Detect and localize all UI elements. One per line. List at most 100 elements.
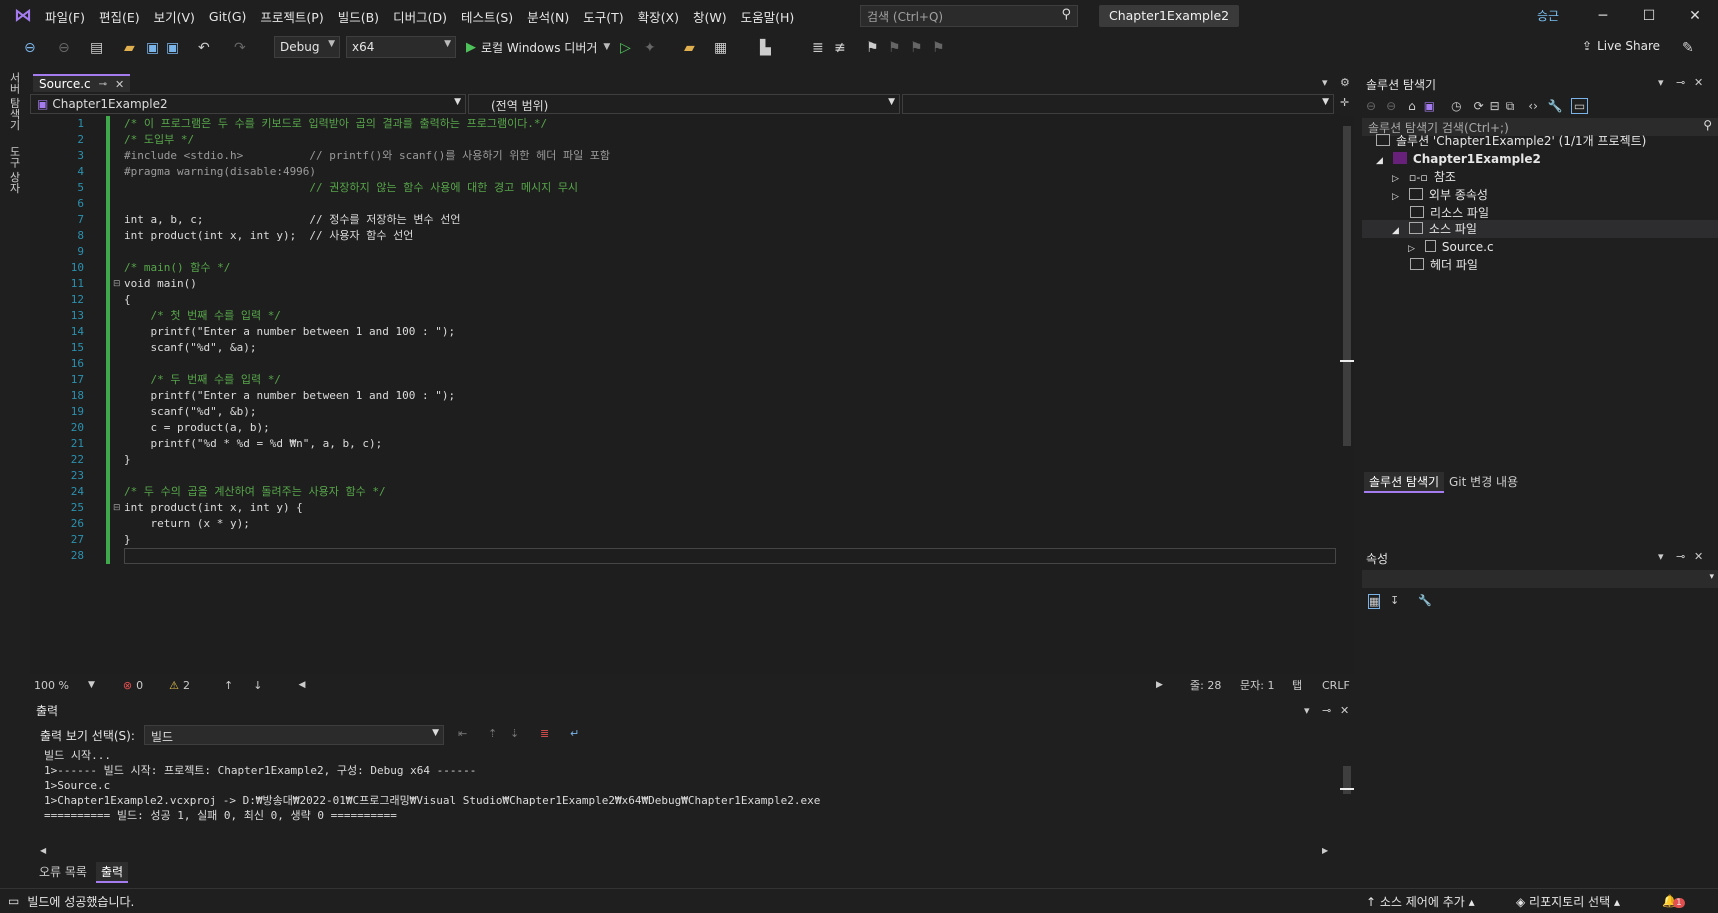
menu-git[interactable]: Git(G) (202, 9, 254, 24)
tab-source-c[interactable]: Source.c ⊸ ✕ (33, 74, 131, 92)
server-explorer-tab[interactable]: 서버 탐색기 (6, 72, 22, 131)
platform-dropdown[interactable]: x64 ▼ (346, 36, 456, 58)
indent-icon[interactable]: ≣ (812, 39, 824, 57)
new-item-icon[interactable]: ▤ (90, 39, 103, 57)
chevron-down-icon[interactable]: ▼ (88, 680, 95, 690)
source-control-button[interactable]: ↑ 소스 제어에 추가 ▴ (1366, 893, 1475, 910)
layout-icon[interactable]: ▦ (714, 39, 727, 57)
close-icon[interactable]: ✕ (1694, 76, 1703, 89)
project-nav-dropdown[interactable]: ▣ Chapter1Example2 ▼ (30, 94, 466, 114)
maximize-icon[interactable]: ☐ (1626, 0, 1672, 32)
menu-tools[interactable]: 도구(T) (576, 7, 630, 26)
tree-item-header-files[interactable]: 헤더 파일 (1410, 256, 1478, 275)
scroll-left-icon[interactable]: ◀ (40, 846, 46, 855)
menu-build[interactable]: 빌드(B) (331, 7, 386, 26)
tree-item-source-c[interactable]: ▷ Source.c (1408, 238, 1494, 257)
close-icon[interactable]: ✕ (1340, 704, 1349, 717)
menu-file[interactable]: 파일(F) (38, 7, 92, 26)
pin-icon[interactable]: ⊸ (1676, 550, 1685, 563)
search-input[interactable]: 검색 (Ctrl+Q) ⚲ (860, 5, 1078, 27)
close-icon[interactable]: ✕ (1672, 0, 1718, 32)
properties-object-dropdown[interactable]: ▾ (1362, 570, 1718, 588)
toolbox-tab[interactable]: 도구 상자 (6, 146, 22, 194)
start-without-debugging-icon[interactable]: ▷ (620, 39, 631, 57)
tab-output[interactable]: 출력 (96, 862, 129, 883)
collapse-icon[interactable]: ⊟ (113, 279, 121, 289)
output-text[interactable]: 빌드 시작... 1>------ 빌드 시작: 프로젝트: Chapter1Ex… (44, 748, 820, 823)
properties-wrench-icon[interactable]: 🔧 (1548, 99, 1563, 113)
collapse-icon[interactable]: ⊟ (113, 503, 121, 513)
pin-icon[interactable]: ⊸ (99, 79, 107, 90)
scope-nav-dropdown[interactable]: (전역 범위) ▼ (468, 94, 900, 114)
show-all-files-icon[interactable]: ⧉ (1506, 99, 1515, 114)
alphabetical-icon[interactable]: ↧ (1390, 594, 1399, 607)
find-message-icon[interactable]: ⇤ (458, 727, 467, 740)
pin-icon[interactable]: ⊸ (1676, 76, 1685, 89)
arrow-up-icon[interactable]: ↑ (224, 679, 233, 692)
vertical-scrollbar[interactable] (1340, 116, 1354, 674)
prev-message-icon[interactable]: ⇡ (488, 727, 497, 740)
tree-solution[interactable]: 솔루션 'Chapter1Example2' (1/1개 프로젝트) (1376, 132, 1646, 151)
line-indicator[interactable]: 줄: 28 (1190, 677, 1221, 693)
menu-project[interactable]: 프로젝트(P) (253, 7, 330, 26)
menu-debug[interactable]: 디버그(D) (386, 7, 454, 26)
word-wrap-icon[interactable]: ↵ (570, 727, 579, 740)
panel-options-icon[interactable]: ▾ (1658, 76, 1664, 89)
redo-icon[interactable]: ↷ (234, 39, 246, 57)
settings-icon[interactable]: ⚙ (1340, 76, 1350, 89)
back-icon[interactable]: ⊖ (1366, 99, 1376, 113)
pin-icon[interactable]: ⊸ (1322, 704, 1331, 717)
menu-window[interactable]: 창(W) (686, 7, 734, 26)
live-share-button[interactable]: ⇪ Live Share (1582, 39, 1660, 53)
clear-all-icon[interactable]: ≣ (540, 727, 549, 740)
pending-changes-icon[interactable]: ◷ (1451, 99, 1461, 113)
solution-folder-icon[interactable]: ▰ (684, 39, 695, 57)
menu-test[interactable]: 테스트(S) (454, 7, 520, 26)
tree-item-references[interactable]: ▷ ▫-▫ 참조 (1392, 168, 1456, 187)
tree-item-external-dependencies[interactable]: ▷ 외부 종속성 (1392, 186, 1488, 205)
menu-view[interactable]: 보기(V) (147, 7, 202, 26)
repository-button[interactable]: ◈ 리포지토리 선택 ▴ (1516, 893, 1620, 910)
step-icon[interactable]: ▙ (760, 39, 771, 57)
property-pages-icon[interactable]: 🔧 (1418, 594, 1432, 607)
preview-icon[interactable]: ▭ (1570, 98, 1589, 114)
outdent-icon[interactable]: ≢ (834, 39, 846, 57)
configuration-dropdown[interactable]: Debug ▼ (274, 36, 340, 58)
panel-options-icon[interactable]: ▾ (1658, 550, 1664, 563)
notifications-button[interactable]: 🔔1 (1662, 894, 1685, 908)
switch-views-icon[interactable]: ▣ (1424, 99, 1435, 113)
menu-analyze[interactable]: 분석(N) (520, 7, 576, 26)
bookmark-next-icon[interactable]: ⚑ (910, 39, 923, 57)
forward-icon[interactable]: ⊖ (58, 39, 70, 57)
zoom-level[interactable]: 100 % (34, 679, 88, 692)
tab-mode-indicator[interactable]: 탭 (1292, 677, 1302, 693)
scroll-right-icon[interactable]: ▶ (1156, 680, 1163, 690)
error-count[interactable]: 0 (136, 679, 143, 692)
minimize-icon[interactable]: ─ (1580, 0, 1626, 32)
save-all-icon[interactable]: ▣ (166, 39, 179, 57)
line-ending-indicator[interactable]: CRLF (1322, 679, 1350, 692)
scrollbar-thumb[interactable] (1343, 126, 1351, 446)
forward-icon[interactable]: ⊖ (1386, 99, 1396, 113)
next-message-icon[interactable]: ⇣ (510, 727, 519, 740)
scroll-right-icon[interactable]: ▶ (1322, 846, 1328, 855)
tab-solution-explorer[interactable]: 솔루션 탐색기 (1364, 472, 1445, 493)
output-scrollbar[interactable] (1340, 748, 1354, 844)
bookmark-icon[interactable]: ⚑ (866, 39, 879, 57)
tab-git-changes[interactable]: Git 변경 내용 (1444, 472, 1523, 491)
bookmark-clear-icon[interactable]: ⚑ (932, 39, 945, 57)
column-indicator[interactable]: 문자: 1 (1240, 677, 1274, 693)
tree-project[interactable]: ◢ Chapter1Example2 (1376, 150, 1541, 169)
code-view-icon[interactable]: ‹› (1528, 99, 1538, 113)
menu-extensions[interactable]: 확장(X) (631, 7, 686, 26)
start-debugging-button[interactable]: ▶ 로컬 Windows 디버거 ▼ (466, 37, 610, 57)
avatar[interactable]: 승근 (1536, 6, 1560, 26)
arrow-down-icon[interactable]: ↓ (253, 679, 262, 692)
close-icon[interactable]: ✕ (1694, 550, 1703, 563)
menu-help[interactable]: 도움말(H) (734, 7, 802, 26)
sync-icon[interactable]: ⟳ (1474, 99, 1484, 113)
panel-options-icon[interactable]: ▾ (1304, 704, 1310, 717)
split-editor-icon[interactable]: ✛ (1340, 96, 1349, 109)
menu-edit[interactable]: 편집(E) (92, 7, 147, 26)
hot-reload-icon[interactable]: ✦ (644, 39, 656, 57)
